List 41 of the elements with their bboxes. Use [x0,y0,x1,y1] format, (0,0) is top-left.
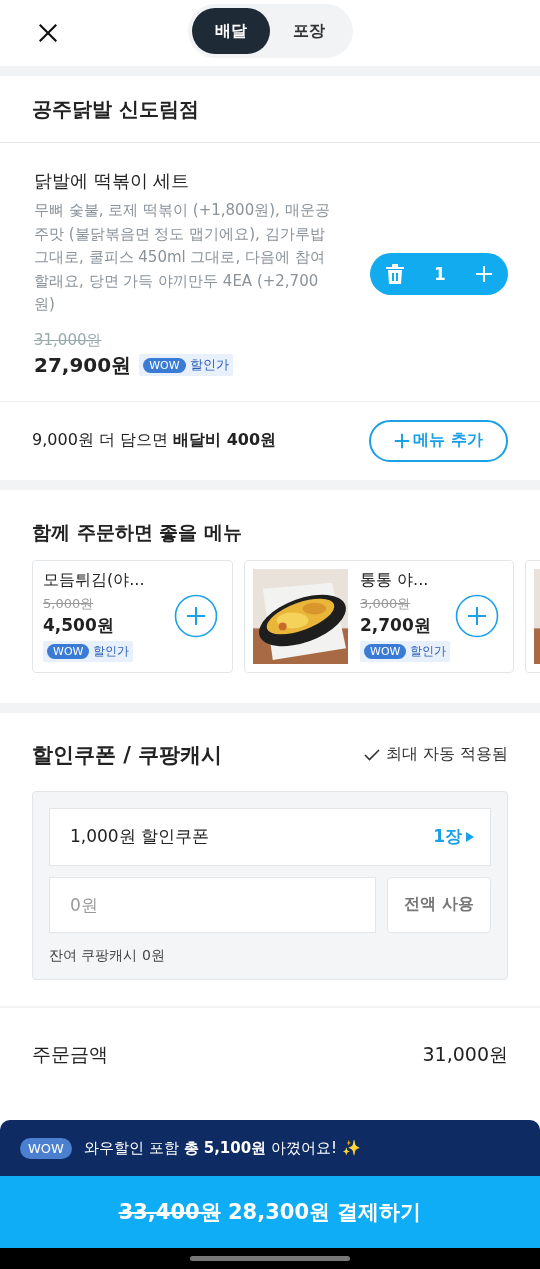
close-icon[interactable] [37,22,59,44]
item-options: 무뼈 숯불, 로제 떡볶이 (+1,800원), 매운공주맛 (불닭볶음면 정도 맵기에요), 김가루밥 그대로, 쿨피스 450ml 그대로, 다음에 참여 할래요, 당면 가득 야끼만두 4EA (+2,700원) [34,199,334,317]
add-icon[interactable] [455,594,499,638]
wow-badge: WOW [20,1137,72,1159]
price: 2,700원 [360,614,432,637]
item-name: 닭발에 떡볶이 세트 [34,169,191,193]
menu-card[interactable]: 모듬튀김(야... 5,000원 4,500원 WOW 할인가 [32,559,233,673]
menu-card[interactable]: 통통 야... 3,000원 2,700원 WOW 할인가 [244,559,514,673]
summary-value: 31,000원 [422,1041,508,1067]
store-name: 공주닭발 신도림점 [0,76,540,143]
price: 4,500원 [43,614,115,637]
quantity: 1 [434,263,446,284]
order-type-tab[interactable]: 포장 [270,8,348,54]
section-title: 함께 주문하면 좋을 메뉴 [32,519,243,545]
coupon-selector[interactable]: 1,000원 할인쿠폰 1장 [49,807,491,866]
trash-icon[interactable] [384,262,405,285]
coupon-count: 1장 [433,825,462,848]
plus-icon [394,432,411,449]
menu-name: 통통 야... [360,570,430,591]
delivery-fee-hint: 9,000원 더 담으면 배달비 400원 [32,430,277,451]
wow-discount-tag: WOW 할인가 [360,641,451,662]
original-price: 31,000원 [34,330,103,350]
savings-text: 와우할인 포함 총 5,100원 아꼈어요! ✨ [83,1138,361,1158]
add-icon[interactable] [174,594,218,638]
summary-label: 주문금액 [32,1041,108,1067]
check-icon [363,748,380,761]
plus-icon[interactable] [475,264,494,283]
wow-discount-tag: WOW 할인가 [139,354,233,376]
order-type-tab[interactable]: 배달 [192,8,270,54]
original-price: 5,000원 [43,595,95,613]
use-all-button[interactable]: 전액 사용 [387,876,491,933]
auto-apply-note: 최대 자동 적용됨 [385,744,508,765]
cash-balance: 잔여 쿠팡캐시 0원 [49,946,166,965]
original-price: 3,000원 [360,595,412,613]
wow-discount-tag: WOW 할인가 [43,641,134,662]
section-title: 할인쿠폰 / 쿠팡캐시 [32,741,223,769]
caret-icon [466,831,474,842]
coupon-label: 1,000원 할인쿠폰 [70,825,210,848]
price: 27,900원 [34,351,132,379]
cash-input-field[interactable]: 0원 [49,876,376,933]
menu-name: 모듬튀김(야... [43,570,146,591]
